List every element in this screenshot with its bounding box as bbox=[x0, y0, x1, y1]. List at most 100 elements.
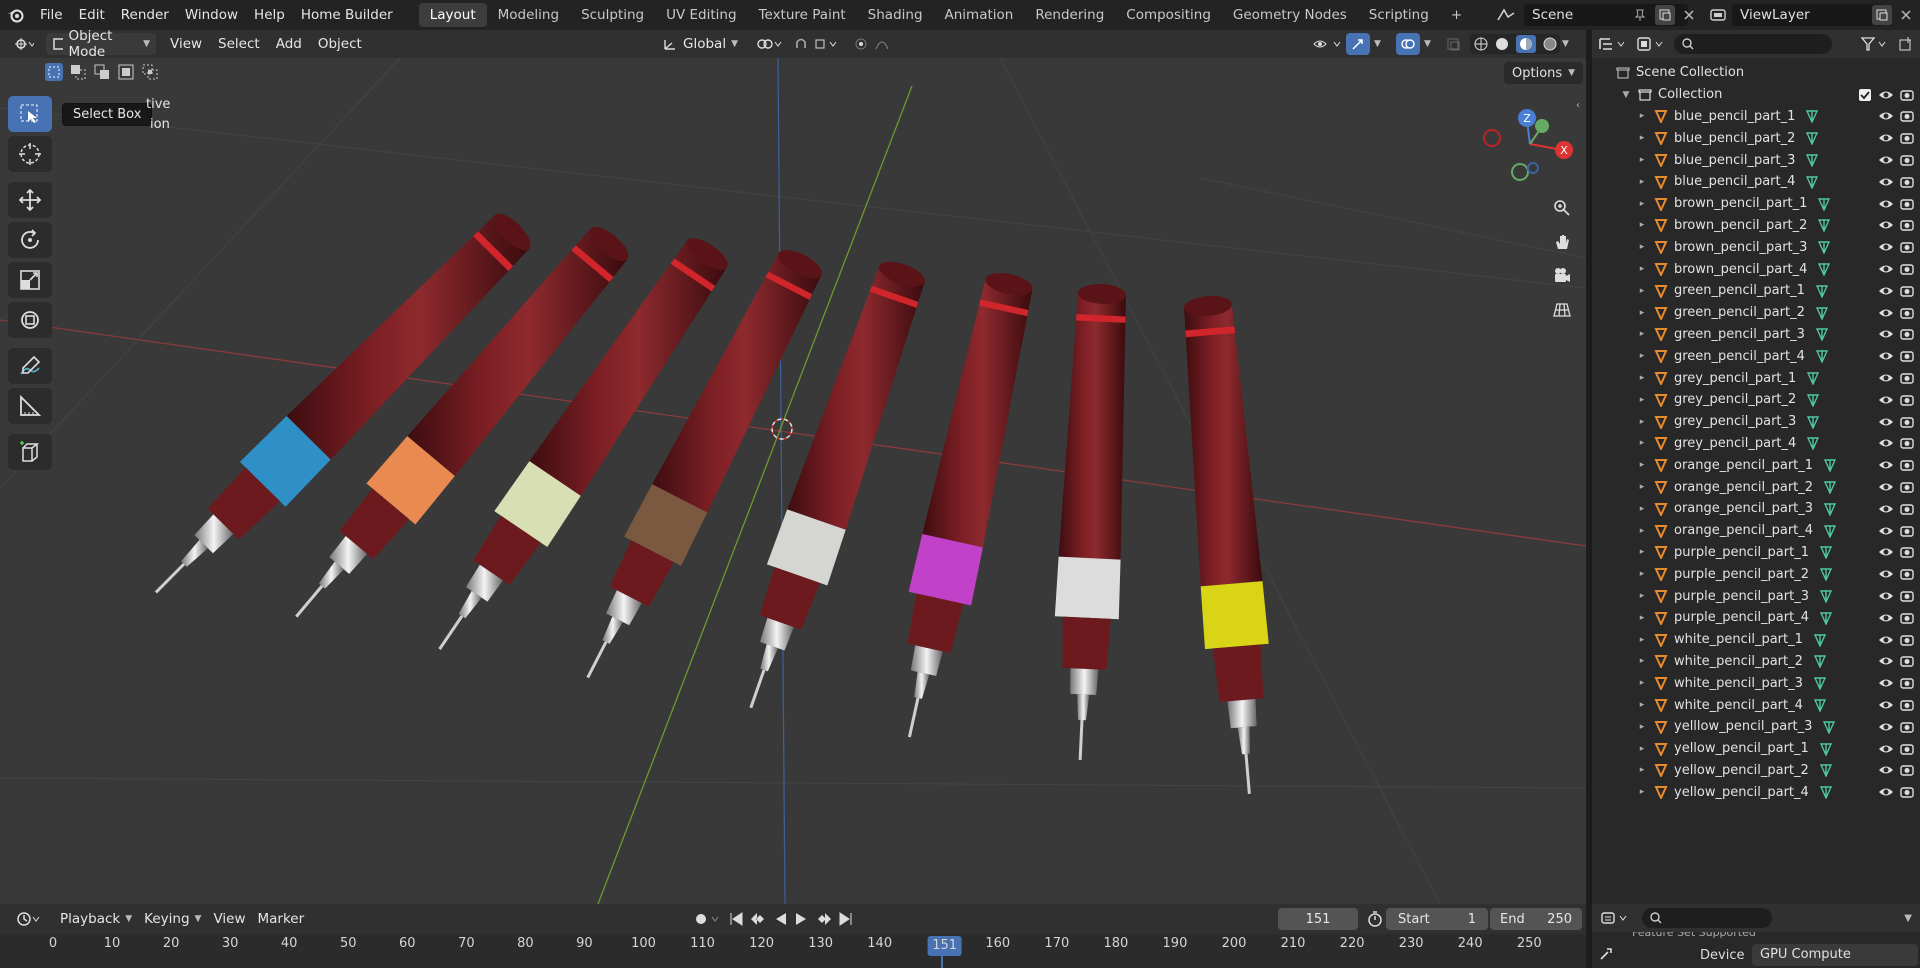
outliner-item[interactable]: ▸ grey_pencil_part_2 bbox=[1592, 389, 1920, 411]
eye-icon[interactable] bbox=[1878, 545, 1894, 559]
expand-arrow-icon[interactable]: ▸ bbox=[1636, 264, 1648, 274]
mesh-data-icon[interactable] bbox=[1805, 109, 1819, 124]
expand-arrow-icon[interactable]: ▸ bbox=[1636, 395, 1648, 405]
camera-icon[interactable] bbox=[1900, 262, 1914, 276]
menu-help[interactable]: Help bbox=[246, 0, 293, 30]
timeline-editor-dropdown[interactable] bbox=[10, 908, 48, 930]
outliner-item[interactable]: ▸ blue_pencil_part_3 bbox=[1592, 149, 1920, 171]
current-frame-marker[interactable]: 151 bbox=[927, 936, 963, 956]
camera-icon[interactable] bbox=[1900, 327, 1914, 341]
collapse-arrow-icon[interactable]: ▼ bbox=[1620, 90, 1632, 100]
blender-logo-icon[interactable] bbox=[0, 0, 32, 30]
eye-icon[interactable] bbox=[1878, 371, 1894, 385]
expand-arrow-icon[interactable]: ▸ bbox=[1636, 417, 1648, 427]
outliner-item[interactable]: ▸ white_pencil_part_1 bbox=[1592, 629, 1920, 651]
expand-arrow-icon[interactable]: ▸ bbox=[1636, 351, 1648, 361]
eye-icon[interactable] bbox=[1878, 197, 1894, 211]
eye-icon[interactable] bbox=[1878, 88, 1894, 102]
neg-y-axis-icon[interactable] bbox=[1511, 163, 1529, 181]
scene-icon[interactable] bbox=[1494, 6, 1518, 24]
eye-icon[interactable] bbox=[1878, 436, 1894, 450]
tab-scripting[interactable]: Scripting bbox=[1358, 3, 1440, 27]
outliner-item[interactable]: ▸ purple_pencil_part_1 bbox=[1592, 542, 1920, 564]
outliner-item[interactable]: ▸ orange_pencil_part_1 bbox=[1592, 454, 1920, 476]
new-scene-icon[interactable] bbox=[1655, 5, 1675, 25]
select-subtract-icon[interactable] bbox=[92, 62, 112, 82]
outliner-item[interactable]: ▸ brown_pencil_part_2 bbox=[1592, 215, 1920, 237]
expand-arrow-icon[interactable]: ▸ bbox=[1636, 373, 1648, 383]
eye-icon[interactable] bbox=[1878, 502, 1894, 516]
gizmo-toggle[interactable] bbox=[1346, 33, 1370, 55]
filter-icon[interactable] bbox=[1860, 36, 1890, 52]
menu-file[interactable]: File bbox=[32, 0, 71, 30]
mesh-data-icon[interactable] bbox=[1806, 371, 1820, 386]
outliner-item[interactable]: ▸ yelllow_pencil_part_3 bbox=[1592, 716, 1920, 738]
pivot-point-dropdown[interactable] bbox=[750, 33, 790, 55]
camera-icon[interactable] bbox=[1900, 698, 1914, 712]
mesh-data-icon[interactable] bbox=[1815, 306, 1829, 320]
eye-icon[interactable] bbox=[1878, 654, 1894, 668]
camera-icon[interactable] bbox=[1900, 611, 1914, 625]
new-collection-icon[interactable] bbox=[1898, 36, 1914, 52]
expand-arrow-icon[interactable]: ▸ bbox=[1636, 613, 1648, 623]
measure-tool[interactable] bbox=[8, 388, 52, 424]
expand-arrow-icon[interactable]: ▸ bbox=[1636, 286, 1648, 296]
eye-icon[interactable] bbox=[1878, 458, 1894, 472]
mesh-data-icon[interactable] bbox=[1805, 175, 1819, 189]
camera-icon[interactable] bbox=[1900, 131, 1914, 145]
outliner-editor-icon[interactable] bbox=[1598, 36, 1628, 52]
eye-icon[interactable] bbox=[1878, 218, 1894, 232]
pencil[interactable] bbox=[907, 269, 1034, 738]
outliner-item[interactable]: ▸ green_pencil_part_3 bbox=[1592, 324, 1920, 346]
tab-uv-editing[interactable]: UV Editing bbox=[655, 3, 747, 27]
camera-icon[interactable] bbox=[1900, 676, 1914, 690]
outliner-item[interactable]: ▸ blue_pencil_part_4 bbox=[1592, 171, 1920, 193]
material-preview-shading[interactable] bbox=[1515, 35, 1536, 53]
marker-menu[interactable]: Marker bbox=[252, 908, 311, 930]
outliner-item[interactable]: ▸ orange_pencil_part_2 bbox=[1592, 476, 1920, 498]
eye-icon[interactable] bbox=[1878, 567, 1894, 581]
mesh-data-icon[interactable] bbox=[1819, 589, 1833, 604]
eye-icon[interactable] bbox=[1878, 698, 1894, 712]
outliner-item[interactable]: ▸ brown_pencil_part_4 bbox=[1592, 258, 1920, 280]
expand-arrow-icon[interactable]: ▸ bbox=[1636, 765, 1648, 775]
tab-sculpting[interactable]: Sculpting bbox=[570, 3, 655, 27]
camera-icon[interactable] bbox=[1900, 480, 1914, 494]
add-cube-tool[interactable] bbox=[8, 434, 52, 470]
camera-icon[interactable] bbox=[1900, 633, 1914, 647]
mesh-data-icon[interactable] bbox=[1823, 480, 1837, 495]
tab-animation[interactable]: Animation bbox=[934, 3, 1025, 27]
properties-search-input[interactable] bbox=[1642, 908, 1772, 928]
outliner-item[interactable]: ▸ yellow_pencil_part_4 bbox=[1592, 781, 1920, 803]
stopwatch-icon[interactable] bbox=[1366, 910, 1384, 928]
expand-arrow-icon[interactable]: ▸ bbox=[1636, 111, 1648, 121]
expand-arrow-icon[interactable]: ▸ bbox=[1636, 678, 1648, 688]
eye-icon[interactable] bbox=[1878, 720, 1894, 734]
eye-icon[interactable] bbox=[1878, 327, 1894, 341]
navigation-gizmo[interactable]: Z X bbox=[1480, 104, 1580, 184]
expand-arrow-icon[interactable]: ▸ bbox=[1636, 787, 1648, 797]
menu-object[interactable]: Object bbox=[310, 30, 370, 58]
scene-collection-row[interactable]: Scene Collection bbox=[1592, 62, 1920, 84]
zoom-icon[interactable] bbox=[1548, 194, 1576, 222]
collection-row[interactable]: ▼ Collection bbox=[1592, 84, 1920, 106]
perspective-toggle-icon[interactable] bbox=[1548, 296, 1576, 324]
rotate-tool[interactable] bbox=[8, 222, 52, 258]
camera-icon[interactable] bbox=[1900, 284, 1914, 298]
view-layer-icon[interactable] bbox=[1708, 6, 1730, 24]
mesh-data-icon[interactable] bbox=[1815, 327, 1829, 342]
camera-icon[interactable] bbox=[1900, 654, 1914, 668]
expand-arrow-icon[interactable]: ▸ bbox=[1636, 220, 1648, 230]
eye-icon[interactable] bbox=[1878, 153, 1894, 167]
options-dropdown[interactable]: Options ▼ bbox=[1504, 62, 1584, 84]
mesh-data-icon[interactable] bbox=[1815, 284, 1829, 298]
expand-arrow-icon[interactable]: ▸ bbox=[1636, 438, 1648, 448]
mesh-data-icon[interactable] bbox=[1806, 393, 1820, 407]
select-extend-icon[interactable] bbox=[68, 62, 88, 82]
neg-z-axis-icon[interactable] bbox=[1527, 162, 1539, 174]
tool-properties-icon[interactable] bbox=[1592, 940, 1620, 968]
3d-viewport[interactable]: Z X ‹ bbox=[0, 58, 1586, 904]
prev-keyframe-icon[interactable] bbox=[750, 911, 768, 927]
camera-icon[interactable] bbox=[1900, 153, 1914, 167]
expand-arrow-icon[interactable]: ▸ bbox=[1636, 591, 1648, 601]
